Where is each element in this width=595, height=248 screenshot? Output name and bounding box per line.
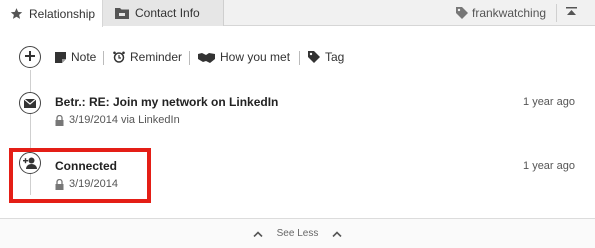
how-you-met-button[interactable]: How you met bbox=[198, 50, 290, 64]
tab-relationship[interactable]: Relationship bbox=[0, 0, 103, 27]
contact-tag[interactable]: frankwatching bbox=[456, 0, 546, 26]
header-divider bbox=[556, 4, 557, 22]
action-separator bbox=[103, 51, 104, 65]
note-button[interactable]: Note bbox=[55, 50, 96, 64]
tag-button-label: Tag bbox=[325, 50, 345, 64]
timeline-item-time: 1 year ago bbox=[523, 160, 575, 172]
collapse-up-icon bbox=[565, 4, 577, 22]
lock-icon bbox=[55, 114, 64, 126]
plus-icon bbox=[25, 48, 35, 66]
reminder-button-label: Reminder bbox=[130, 50, 183, 64]
handshake-icon bbox=[198, 52, 215, 63]
how-you-met-button-label: How you met bbox=[220, 50, 291, 64]
collapse-button[interactable] bbox=[562, 4, 580, 22]
tab-contact-info-label: Contact Info bbox=[135, 6, 200, 20]
timeline-item-title[interactable]: Betr.: RE: Join my network on LinkedIn bbox=[55, 95, 278, 109]
add-activity-button[interactable] bbox=[19, 46, 41, 68]
chevron-up-icon[interactable] bbox=[332, 230, 342, 237]
see-less-bar[interactable]: See Less bbox=[0, 218, 595, 248]
contact-tag-label: frankwatching bbox=[472, 6, 547, 20]
alarm-clock-icon bbox=[113, 51, 125, 63]
tag-icon bbox=[456, 7, 468, 19]
timeline-item-time: 1 year ago bbox=[523, 96, 575, 108]
highlight-box bbox=[9, 148, 151, 203]
reminder-button[interactable]: Reminder bbox=[113, 50, 182, 64]
star-icon bbox=[10, 7, 23, 20]
folder-icon bbox=[115, 7, 129, 19]
tag-icon bbox=[308, 51, 320, 63]
tag-button[interactable]: Tag bbox=[308, 50, 344, 64]
tab-relationship-label: Relationship bbox=[29, 6, 96, 21]
note-button-label: Note bbox=[71, 50, 97, 64]
action-separator bbox=[189, 51, 190, 65]
tab-contact-info[interactable]: Contact Info bbox=[103, 0, 224, 26]
chevron-up-icon[interactable] bbox=[253, 230, 263, 237]
action-row: Note Reminder How you met Tag bbox=[0, 40, 595, 74]
envelope-icon bbox=[19, 92, 41, 114]
see-less-button[interactable]: See Less bbox=[277, 228, 319, 239]
timeline-item-meta-text: 3/19/2014 via LinkedIn bbox=[69, 114, 180, 126]
timeline-item-meta: 3/19/2014 via LinkedIn bbox=[55, 114, 180, 126]
action-separator bbox=[299, 51, 300, 65]
tab-bar: Relationship Contact Info frankwatching bbox=[0, 0, 595, 27]
note-icon bbox=[55, 51, 66, 63]
